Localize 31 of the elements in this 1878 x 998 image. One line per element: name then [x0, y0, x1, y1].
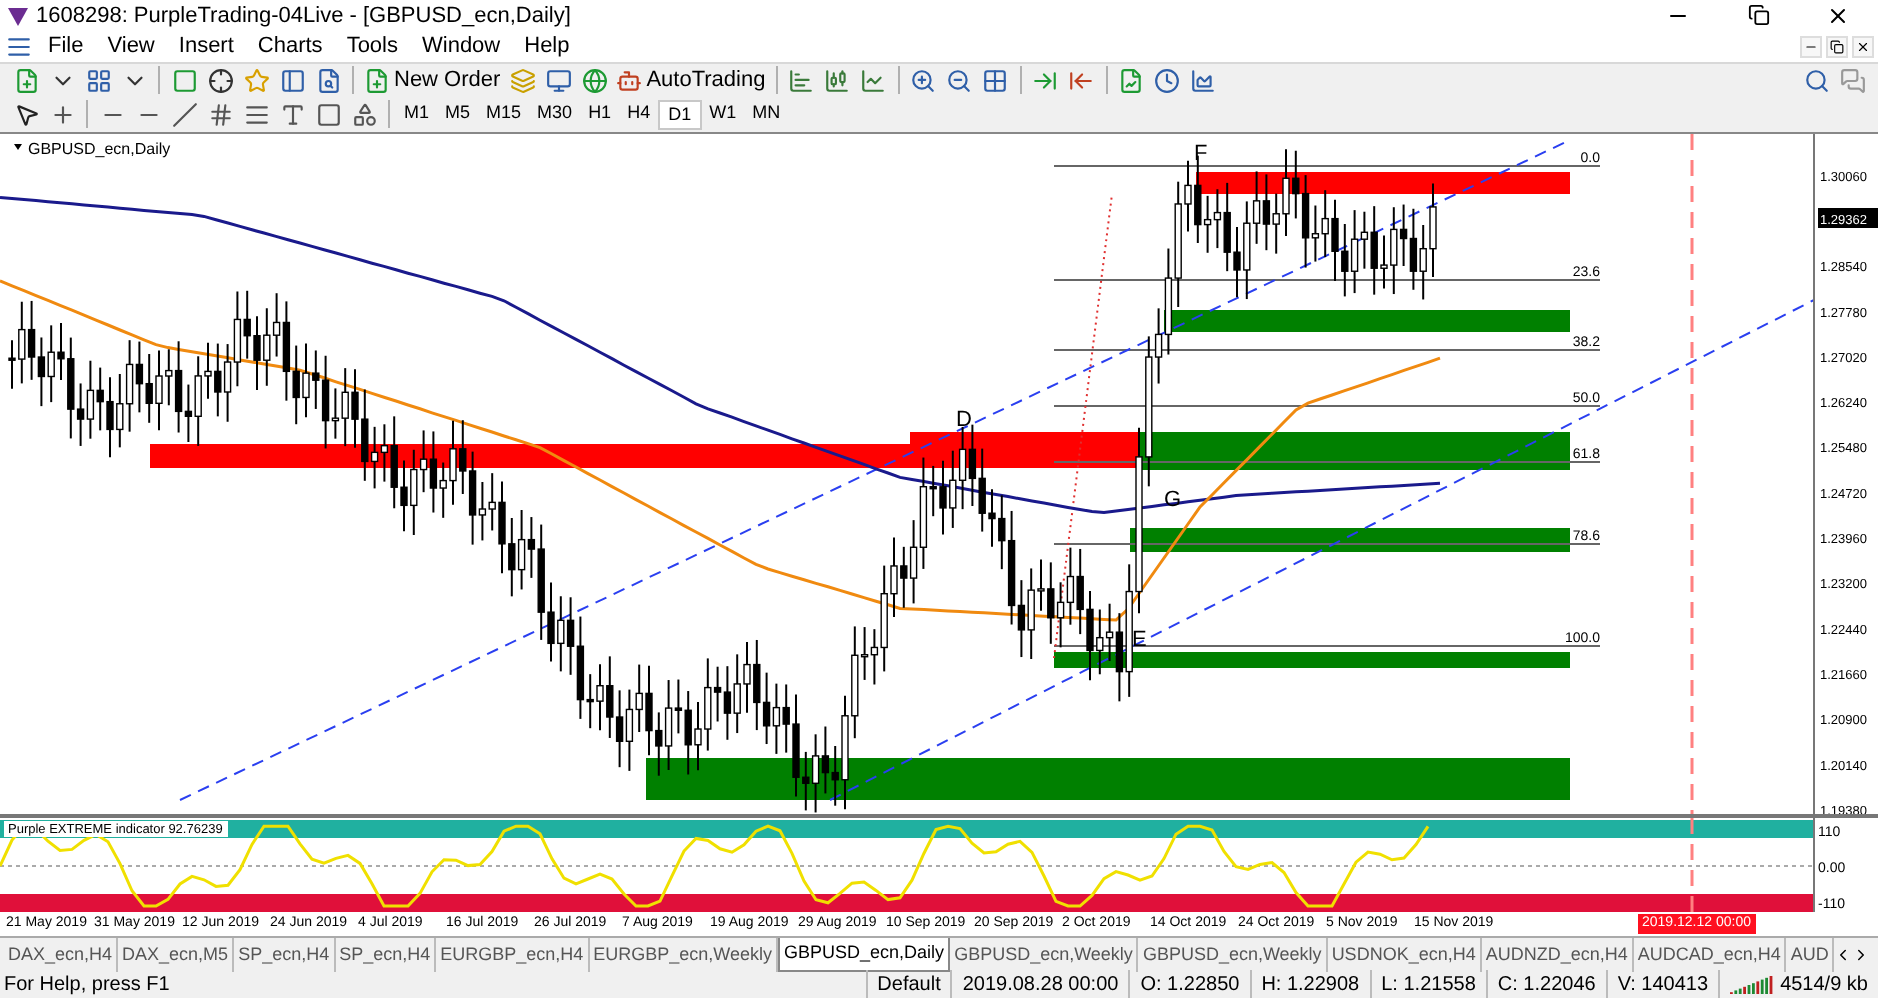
timeframe-button[interactable]: W1 [701, 99, 745, 129]
symbol-label: GBPUSD_ecn,Daily [14, 140, 171, 158]
chart-tab[interactable]: GBPUSD_ecn,Daily [778, 938, 951, 972]
status-field: 2019.08.28 00:00 [950, 970, 1129, 998]
menu-item[interactable]: File [36, 30, 96, 64]
menu-item[interactable]: Insert [166, 30, 246, 64]
timeframe-button[interactable]: MN [744, 99, 789, 129]
timeframe-button[interactable]: M1 [396, 99, 438, 129]
new-order-button[interactable]: New Order [360, 63, 505, 97]
menu-item[interactable]: Charts [245, 30, 335, 64]
status-field: O: 1.22850 [1128, 970, 1250, 998]
status-field: Default [865, 970, 951, 998]
menu-item[interactable]: View [95, 30, 167, 64]
timeframe-button[interactable]: M5 [437, 99, 479, 129]
menu-item[interactable]: Window [410, 30, 513, 64]
timeframe-button[interactable]: M15 [478, 99, 530, 129]
wave-label: D [956, 408, 972, 432]
status-field: C: 1.22046 [1485, 970, 1606, 998]
menu-item[interactable]: Help [512, 30, 582, 64]
status-field: L: 1.21558 [1369, 970, 1486, 998]
timeframe-button[interactable]: H1 [580, 99, 620, 129]
status-field: H: 1.22908 [1249, 970, 1370, 998]
status-field: V: 140413 [1605, 970, 1719, 998]
timeframe-button[interactable]: H4 [619, 99, 659, 129]
timeframe-button[interactable]: M30 [529, 99, 581, 129]
status-help: For Help, press F1 [2, 972, 172, 998]
timeframe-button[interactable]: D1 [658, 99, 702, 129]
traffic-label: 4514/9 kb [1780, 972, 1868, 998]
autotrading-button[interactable]: AutoTrading [612, 63, 770, 97]
window-title: 1608298: PurpleTrading-04Live - [GBPUSD_ecn,Daily] [36, 1, 571, 32]
menu-item[interactable]: Tools [334, 30, 410, 64]
